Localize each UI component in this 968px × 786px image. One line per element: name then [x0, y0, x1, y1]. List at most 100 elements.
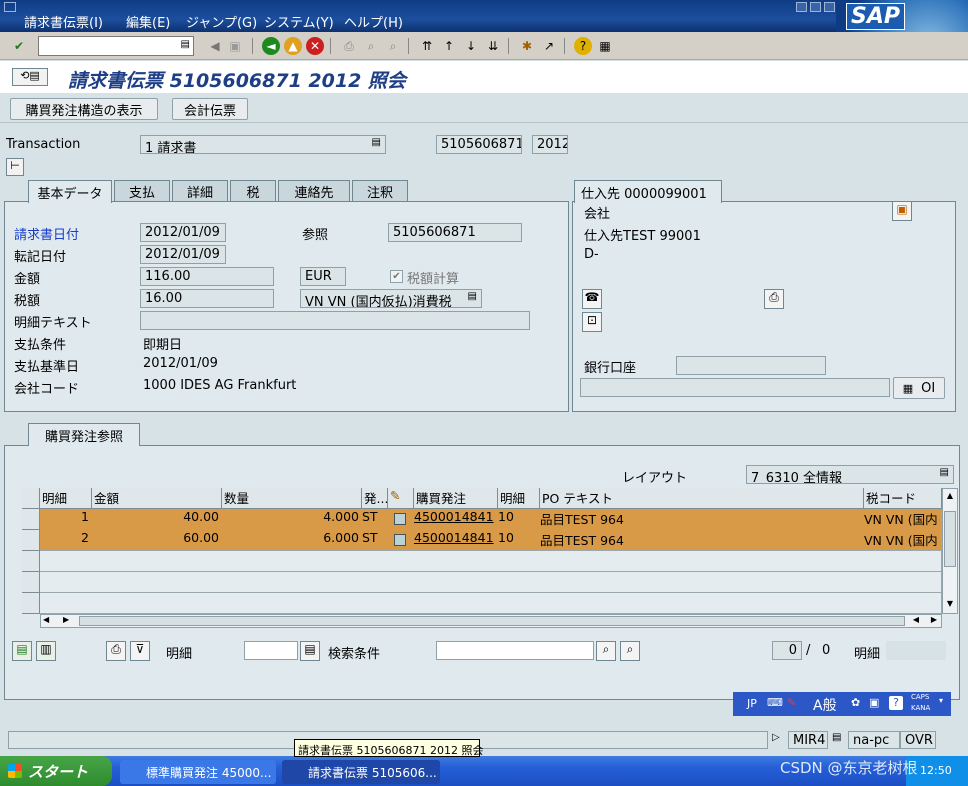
col-item[interactable]: 明細	[40, 488, 92, 509]
posting-date-field[interactable]: 2012/01/09	[140, 245, 226, 264]
menu-help[interactable]: ヘルプ(H)	[344, 12, 403, 31]
insert-mode[interactable]: OVR	[900, 731, 936, 749]
cell-quantity[interactable]: 6.000	[222, 530, 362, 551]
tax-code-select[interactable]: VN VN (国内仮払)消費税 ▤	[300, 289, 482, 308]
bank-account-field[interactable]	[676, 356, 826, 375]
scroll-up-icon[interactable]: ▲	[944, 491, 956, 503]
cell-po-text[interactable]: 品目TEST 964	[540, 530, 864, 551]
col-tax-code[interactable]: 税コード	[864, 488, 942, 509]
cell-po-link[interactable]: 4500014841	[414, 509, 498, 530]
start-button[interactable]: スタート	[0, 756, 112, 786]
tab-vendor[interactable]: 仕入先 0000099001	[574, 180, 722, 203]
cell-tax-code[interactable]: VN VN (国内	[864, 509, 942, 530]
expand-header-icon[interactable]: ⊢	[6, 158, 24, 176]
cell-amount[interactable]: 60.00	[92, 530, 222, 551]
other-document-icon[interactable]: ⟲▤	[12, 68, 48, 86]
search-criteria-icon[interactable]: ▤	[300, 641, 320, 661]
menu-invoice[interactable]: 請求書伝票(I)	[24, 12, 103, 31]
scroll-thumb[interactable]	[944, 511, 956, 567]
cell-item[interactable]: 2	[40, 530, 92, 551]
row-selector[interactable]	[22, 509, 40, 530]
minimize-button[interactable]	[796, 2, 807, 12]
keyboard-icon[interactable]: ⌨	[767, 696, 783, 709]
item-filter-field[interactable]	[244, 641, 298, 660]
find-icon[interactable]: ⌕	[596, 641, 616, 661]
shortcut-icon[interactable]: ↗	[540, 37, 558, 55]
print-list-icon[interactable]: ⎙	[106, 641, 126, 661]
row-selector[interactable]	[22, 593, 40, 614]
fax-icon[interactable]: ⊡	[582, 312, 602, 332]
col-quantity[interactable]: 数量	[222, 488, 362, 509]
scroll-down-icon[interactable]: ▼	[944, 599, 956, 611]
tab-details[interactable]: 詳細	[172, 180, 228, 202]
tax-amount-field[interactable]: 16.00	[140, 289, 274, 308]
accounting-document-button[interactable]: 会計伝票	[172, 98, 248, 120]
row-selector[interactable]	[22, 551, 40, 572]
save-icon[interactable]: ▣	[226, 37, 244, 55]
table-row[interactable]	[40, 593, 942, 614]
new-session-icon[interactable]: ✱	[518, 37, 536, 55]
calculate-tax-checkbox[interactable]: ✔	[390, 270, 403, 283]
tab-contact[interactable]: 連絡先	[278, 180, 350, 202]
find-icon[interactable]: ⌕	[362, 37, 380, 55]
col-order-unit[interactable]: 発...	[362, 488, 388, 509]
grid-vertical-scrollbar[interactable]: ▲ ▼	[942, 488, 958, 614]
table-row[interactable]	[40, 572, 942, 593]
ime-dictionary-icon[interactable]: ▣	[869, 696, 879, 709]
find-next-icon[interactable]: ⌕	[620, 641, 640, 661]
command-field[interactable]: ▤	[38, 36, 194, 56]
menu-goto[interactable]: ジャンプ(G)	[186, 12, 257, 31]
first-page-icon[interactable]: ⇈	[418, 37, 436, 55]
table-row[interactable]	[40, 551, 942, 572]
vendor-detail-icon[interactable]: ▣	[892, 201, 912, 221]
reference-field[interactable]: 5105606871	[388, 223, 522, 242]
transaction-select[interactable]: 1 請求書 ▤	[140, 135, 386, 154]
scroll-far-right-icon[interactable]: ▶	[931, 615, 937, 624]
scroll-far-left-icon[interactable]: ◀	[913, 615, 919, 624]
cell-po-item[interactable]: 10	[498, 509, 540, 530]
status-toggle-icon[interactable]: ▷	[772, 732, 780, 743]
previous-page-icon[interactable]: ↑	[440, 37, 458, 55]
search-criteria-field[interactable]	[436, 641, 594, 660]
collapse-icon[interactable]: ◀	[206, 37, 224, 55]
scroll-right-icon[interactable]: ▶	[63, 615, 69, 624]
ime-pad-icon[interactable]: ✎	[787, 696, 796, 709]
ime-language-bar[interactable]: JP ⌨ ✎ A般 ✿ ▣ ? CAPS KANA ▾	[733, 692, 951, 716]
tab-notes[interactable]: 注釈	[352, 180, 408, 202]
filter-icon[interactable]: ⊽	[130, 641, 150, 661]
back-icon[interactable]: ◄	[262, 37, 280, 55]
tab-payment[interactable]: 支払	[114, 180, 170, 202]
close-window-button[interactable]	[824, 2, 835, 12]
col-po-item[interactable]: 明細	[498, 488, 540, 509]
ime-language[interactable]: JP	[747, 697, 757, 710]
cell-select[interactable]	[388, 530, 414, 551]
cell-item[interactable]: 1	[40, 509, 92, 530]
open-items-button[interactable]: ▦ OI	[893, 377, 945, 399]
item-text-field[interactable]	[140, 311, 530, 330]
col-purchase-order[interactable]: 購買発注	[414, 488, 498, 509]
layout-select[interactable]: 7_6310 全情報 ▤	[746, 465, 954, 484]
tab-tax[interactable]: 税	[230, 180, 276, 202]
grid-select-all[interactable]	[22, 488, 40, 509]
cell-quantity[interactable]: 4.000	[222, 509, 362, 530]
grid-horizontal-scrollbar[interactable]: ◀ ▶ ◀ ▶	[40, 614, 942, 628]
cancel-icon[interactable]: ✕	[306, 37, 324, 55]
print-icon[interactable]: ⎙	[340, 37, 358, 55]
print-vendor-icon[interactable]: ⎙	[764, 289, 784, 309]
tab-basic-data[interactable]: 基本データ	[28, 180, 112, 203]
cell-amount[interactable]: 40.00	[92, 509, 222, 530]
ime-options-icon[interactable]: ▾	[939, 696, 943, 705]
find-next-icon[interactable]: ⌕	[384, 37, 402, 55]
vendor-info-field[interactable]	[580, 378, 890, 397]
col-po-text[interactable]: PO テキスト	[540, 488, 864, 509]
show-po-structure-button[interactable]: 購買発注構造の表示	[10, 98, 158, 120]
row-selector[interactable]	[22, 530, 40, 551]
ime-mode[interactable]: A般	[813, 695, 837, 715]
col-flag-icon[interactable]: ✎	[388, 488, 414, 509]
menu-edit[interactable]: 編集(E)	[126, 12, 170, 31]
scroll-left-icon[interactable]: ◀	[43, 615, 49, 624]
task-invoice-window[interactable]: 請求書伝票 5105606...	[282, 760, 440, 784]
restore-button[interactable]	[810, 2, 821, 12]
ime-help-icon[interactable]: ?	[889, 696, 903, 710]
task-po-window[interactable]: 標準購買発注 45000...	[120, 760, 276, 784]
